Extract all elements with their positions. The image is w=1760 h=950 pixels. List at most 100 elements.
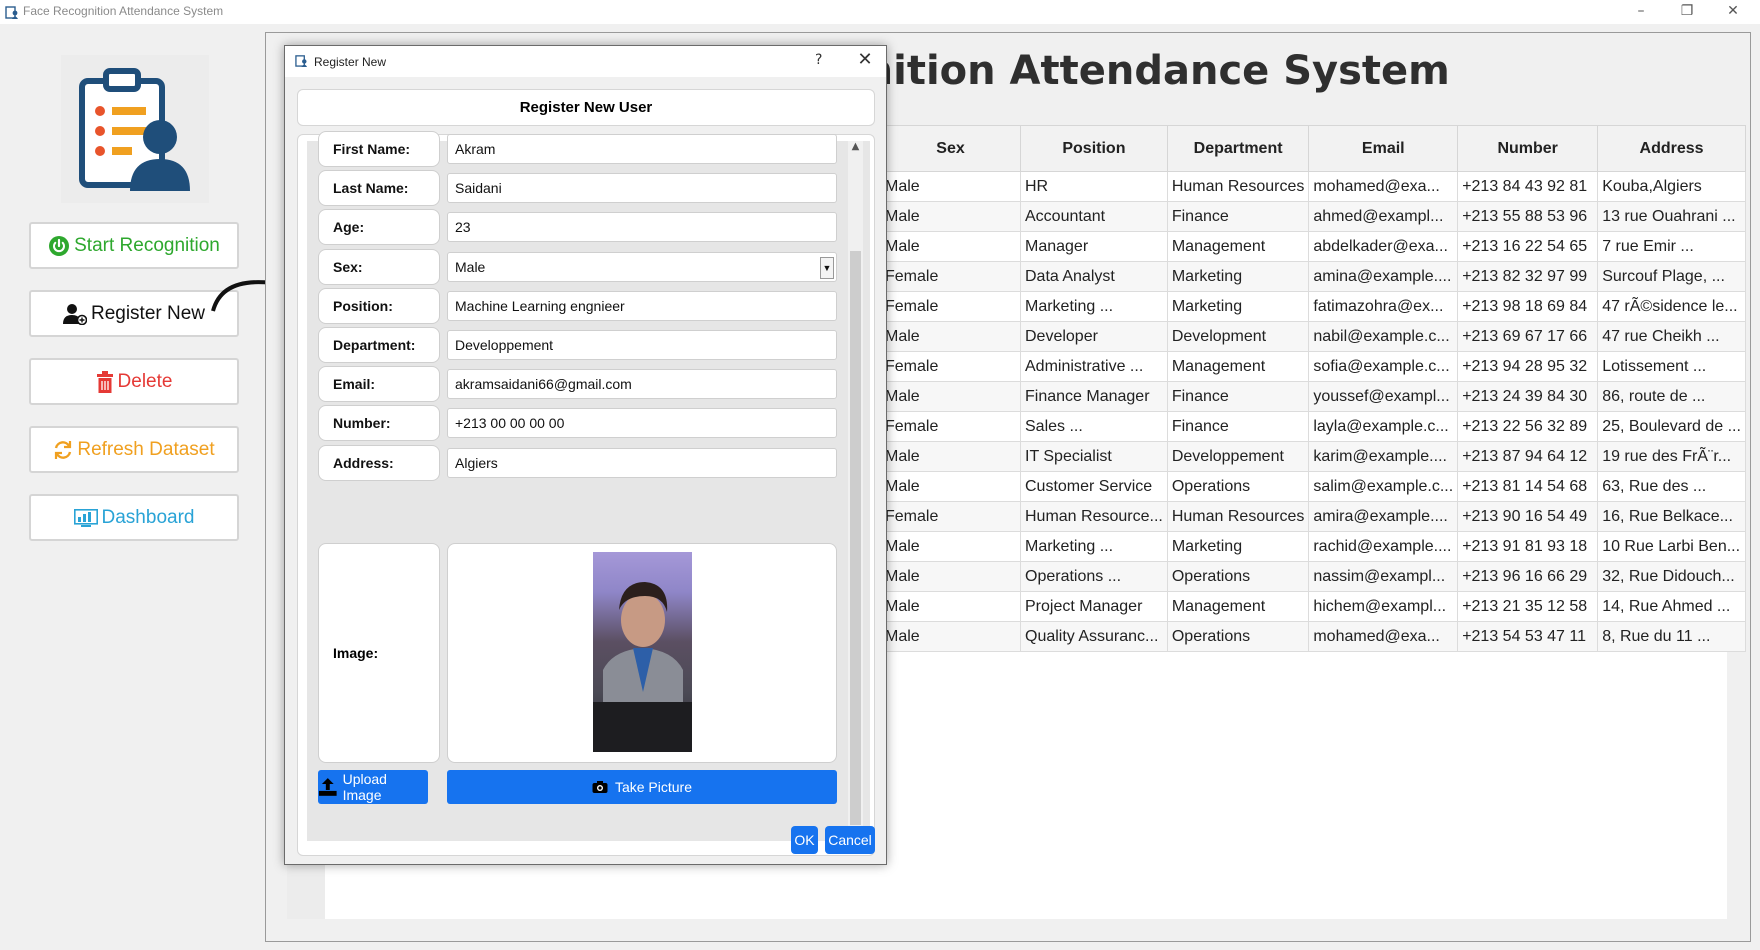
scroll-up-icon[interactable]: ▲ (850, 141, 861, 156)
dropdown-arrow-icon[interactable]: ▼ (820, 256, 834, 279)
window-title-bar: Face Recognition Attendance System – ❐ ✕ (0, 0, 1760, 24)
table-cell: +213 94 28 95 32 (1457, 351, 1599, 382)
table-row[interactable]: Female Sales ... Finance layla@example.c...… (880, 411, 1746, 442)
table-cell: +213 81 14 54 68 (1457, 471, 1599, 502)
table-cell: abdelkader@exa... (1308, 231, 1459, 262)
column-header[interactable]: Email (1308, 125, 1459, 172)
table-row[interactable]: Male Finance Manager Finance youssef@exampl… (880, 381, 1746, 412)
start-recognition-label: Start Recognition (74, 234, 220, 256)
sex-select[interactable]: Male ▼ (447, 251, 837, 282)
user-photo (593, 552, 692, 752)
table-cell: Marketing (1166, 261, 1310, 292)
table-row[interactable]: Female Marketing ... Marketing fatimazohra@… (880, 291, 1746, 322)
table-cell: Female (880, 411, 1021, 442)
table-cell: mohamed@exa... (1308, 171, 1459, 202)
table-cell: Sales ... (1020, 411, 1168, 442)
image-preview (447, 543, 837, 763)
table-row[interactable]: Female Human Resource... Human Resources am… (880, 501, 1746, 532)
first-name-input[interactable]: Akram (447, 134, 837, 164)
number-input[interactable]: +213 00 00 00 00 (447, 408, 837, 439)
address-input[interactable]: Algiers (447, 447, 837, 478)
column-header[interactable]: Number (1457, 125, 1599, 172)
table-cell: 7 rue Emir ... (1597, 231, 1746, 262)
form-scrollbar[interactable]: ▲ ▼ (848, 141, 863, 841)
table-row[interactable]: Male Developer Development nabil@example.c.… (880, 321, 1746, 352)
dialog-header: Register New User (297, 89, 875, 126)
table-cell: Finance (1166, 411, 1310, 442)
table-cell: Marketing (1166, 531, 1310, 562)
table-cell: Marketing ... (1020, 291, 1168, 322)
table-row[interactable]: Female Data Analyst Marketing amina@example… (880, 261, 1746, 292)
table-row[interactable]: Male Quality Assuranc... Operations mohamed… (880, 621, 1746, 652)
upload-icon (318, 778, 337, 796)
table-cell: Development (1166, 321, 1310, 352)
table-cell: Female (880, 501, 1021, 532)
dialog-title: Register New (314, 55, 387, 69)
age-input[interactable]: 23 (447, 212, 837, 243)
take-picture-button[interactable]: Take Picture (447, 770, 837, 804)
scroll-thumb[interactable] (850, 251, 861, 825)
table-row[interactable]: Male Operations ... Operations nassim@examp… (880, 561, 1746, 592)
table-row[interactable]: Male HR Human Resources mohamed@exa... +213 … (880, 171, 1746, 202)
table-cell: Male (880, 621, 1021, 652)
table-cell: IT Specialist (1020, 441, 1168, 472)
help-button[interactable]: ? (815, 52, 822, 68)
cancel-button[interactable]: Cancel (825, 826, 875, 854)
table-cell: Male (880, 471, 1021, 502)
attendance-table[interactable]: Sex Position Department Email Number Add… (880, 125, 1746, 652)
column-header[interactable]: Sex (880, 125, 1021, 172)
email-value: akramsaidani66@gmail.com (455, 376, 632, 393)
table-row[interactable]: Male Marketing ... Marketing rachid@example… (880, 531, 1746, 562)
dashboard-icon (73, 508, 98, 527)
table-cell: Management (1166, 351, 1310, 382)
table-cell: 63, Rue des ... (1597, 471, 1746, 502)
department-input[interactable]: Developpement (447, 330, 837, 360)
table-cell: 14, Rue Ahmed ... (1597, 591, 1746, 622)
close-window-button[interactable]: ✕ (1710, 0, 1756, 22)
age-label: Age: (318, 209, 440, 246)
table-row[interactable]: Male Project Manager Management hichem@exam… (880, 591, 1746, 622)
minimize-button[interactable]: – (1618, 0, 1664, 22)
upload-image-button[interactable]: Upload Image (318, 770, 428, 804)
delete-button[interactable]: Delete (29, 358, 239, 405)
refresh-dataset-button[interactable]: Refresh Dataset (29, 426, 239, 473)
table-row[interactable]: Female Administrative ... Management sofia@… (880, 351, 1746, 382)
table-row[interactable]: Male IT Specialist Developpement karim@exam… (880, 441, 1746, 472)
table-cell: 10 Rue Larbi Ben... (1597, 531, 1746, 562)
table-row[interactable]: Male Customer Service Operations salim@exam… (880, 471, 1746, 502)
start-recognition-button[interactable]: Start Recognition (29, 222, 239, 269)
column-header[interactable]: Position (1020, 125, 1168, 172)
restore-button[interactable]: ❐ (1664, 0, 1710, 22)
table-cell: ahmed@exampl... (1308, 201, 1459, 232)
first-name-value: Akram (455, 141, 496, 157)
refresh-dataset-label: Refresh Dataset (77, 438, 215, 460)
table-row[interactable]: Male Accountant Finance ahmed@exampl... +213… (880, 201, 1746, 232)
table-row[interactable]: Male Manager Management abdelkader@exa... +2… (880, 231, 1746, 262)
address-label: Address: (318, 444, 440, 481)
table-cell: Marketing (1166, 291, 1310, 322)
table-cell: 25, Boulevard de ... (1597, 411, 1746, 442)
email-input[interactable]: akramsaidani66@gmail.com (447, 369, 837, 400)
table-cell: Kouba,Algiers (1597, 171, 1746, 202)
dashboard-button[interactable]: Dashboard (29, 494, 239, 541)
last-name-value: Saidani (455, 180, 502, 197)
delete-label: Delete (117, 370, 173, 392)
column-header[interactable]: Department (1166, 125, 1310, 172)
power-icon (48, 235, 70, 257)
table-cell: Male (880, 561, 1021, 592)
table-cell: Marketing ... (1020, 531, 1168, 562)
table-cell: Female (880, 351, 1021, 382)
register-new-label: Register New (90, 302, 206, 324)
window-title: Face Recognition Attendance System (23, 4, 224, 18)
table-cell: Male (880, 381, 1021, 412)
dialog-title-bar: Register New ? ✕ (285, 46, 886, 77)
register-new-dialog: Register New ? ✕ Register New User ▲ ▼ F… (284, 45, 887, 865)
last-name-input[interactable]: Saidani (447, 173, 837, 204)
column-header[interactable]: Address (1597, 125, 1746, 172)
dashboard-label: Dashboard (101, 506, 195, 528)
ok-button[interactable]: OK (791, 826, 818, 854)
table-cell: layla@example.c... (1308, 411, 1459, 442)
position-input[interactable]: Machine Learning engnieer (447, 290, 837, 321)
table-cell: +213 54 53 47 11 (1457, 621, 1599, 652)
dialog-close-button[interactable]: ✕ (850, 49, 880, 70)
